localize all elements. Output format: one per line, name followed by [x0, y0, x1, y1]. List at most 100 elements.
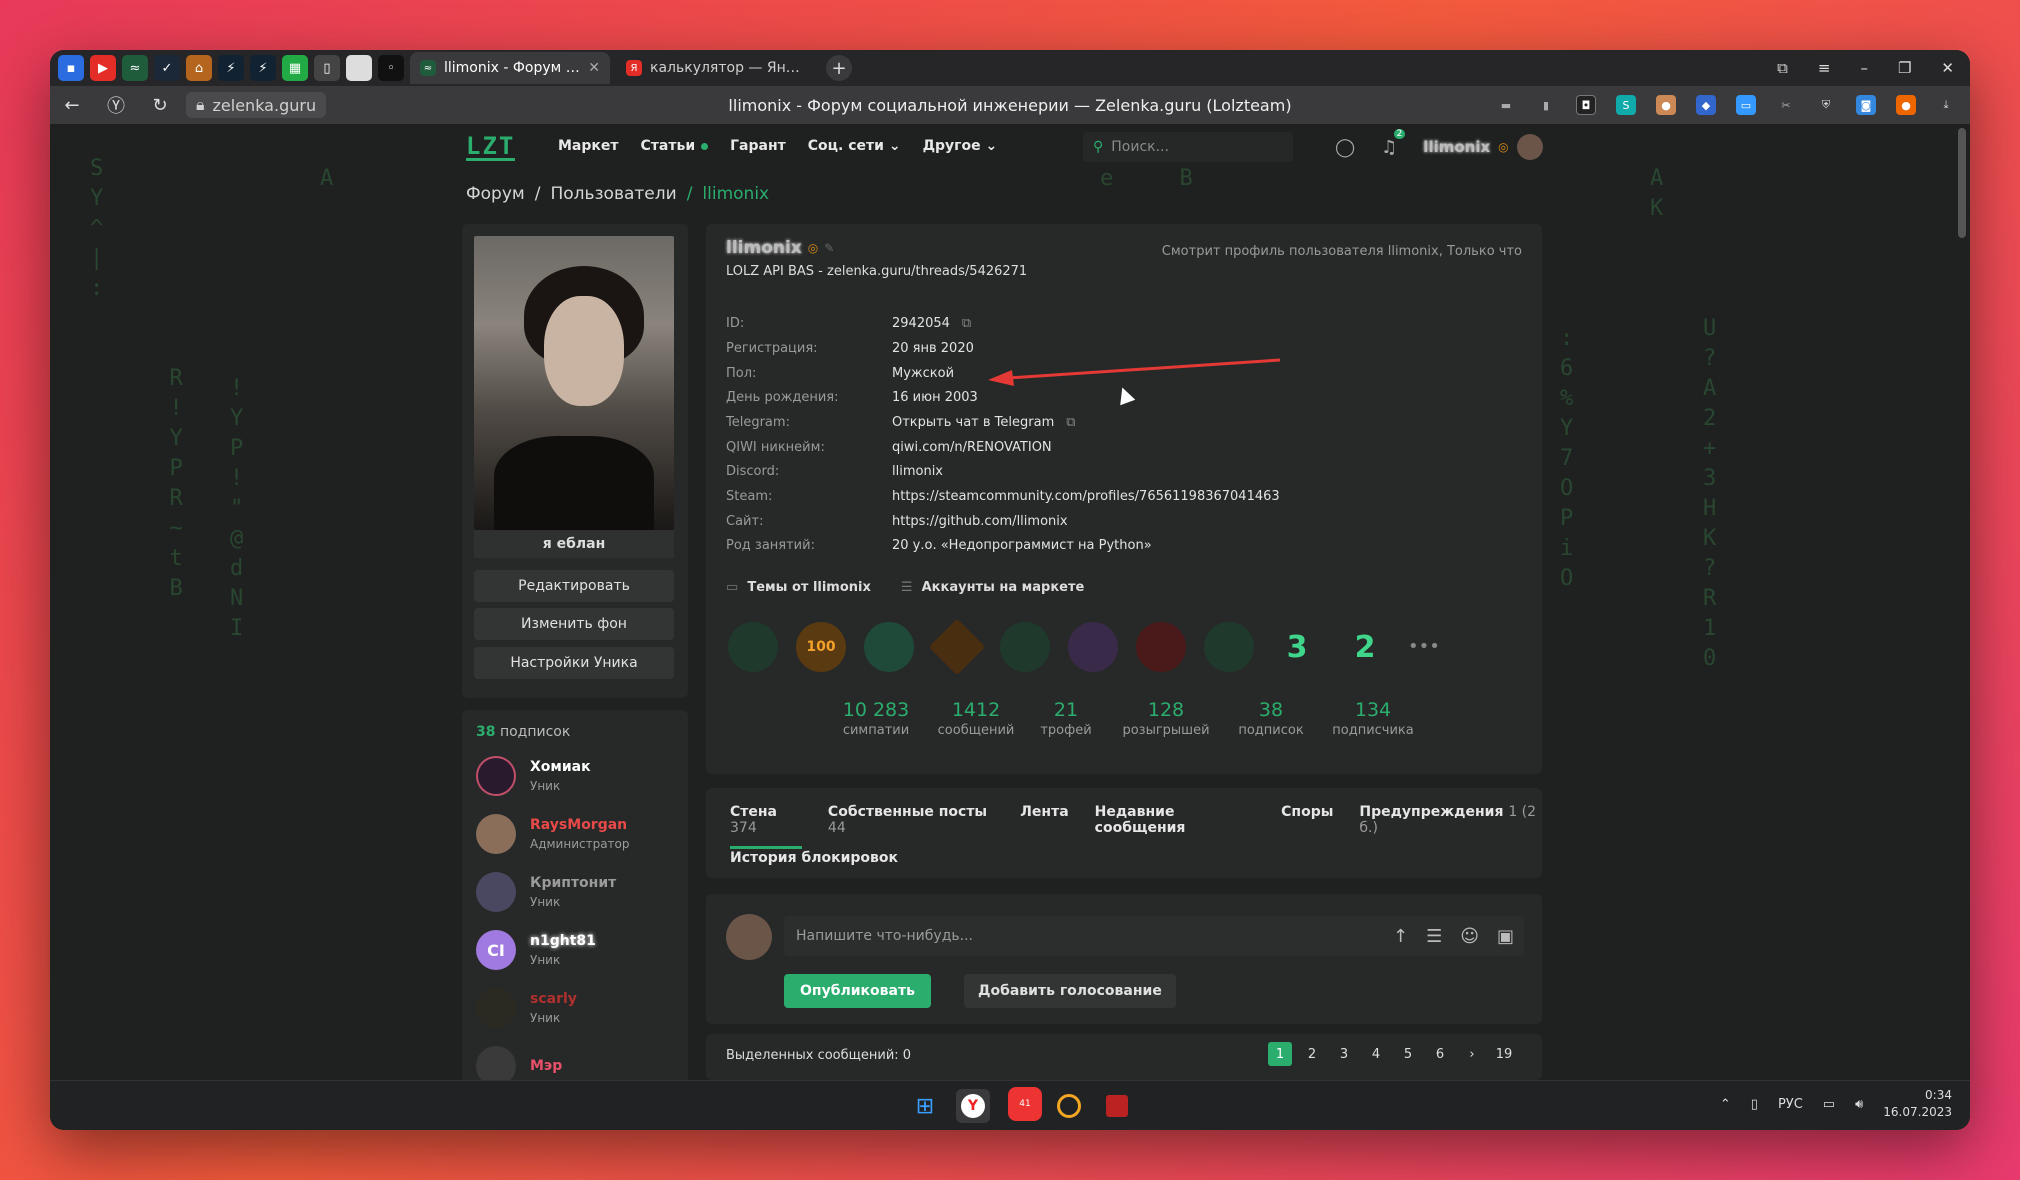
bookmark-panel-icon[interactable]: ⧉ — [1777, 59, 1788, 77]
copy-icon[interactable]: ⧉ — [962, 316, 971, 331]
tab-warnings[interactable]: Предупреждения 1 (2 б.) — [1359, 804, 1542, 849]
nav-other[interactable]: Другое ⌄ — [923, 138, 998, 154]
usb-icon[interactable]: ▯ — [1751, 1097, 1758, 1112]
pinned-tab-steam-icon[interactable]: ✓ — [154, 55, 180, 81]
page-2[interactable]: 2 — [1300, 1042, 1324, 1066]
chat-ext-icon[interactable]: ▬ — [1496, 95, 1516, 115]
tab-active[interactable]: ≈ llimonix - Форум социа ✕ — [410, 52, 610, 84]
market-link[interactable]: ☰ Аккаунты на маркете — [901, 580, 1084, 595]
stat-likes[interactable]: 10 283 симпатии — [826, 699, 926, 738]
tab-disputes[interactable]: Споры — [1281, 804, 1333, 849]
back-icon[interactable]: ← — [50, 95, 94, 116]
pinned-tab-grid-icon[interactable]: ▦ — [282, 55, 308, 81]
ext-4-icon[interactable]: ● — [1896, 95, 1916, 115]
bookmark-icon[interactable]: ▮ — [1536, 95, 1556, 115]
url-field[interactable]: 🔒︎ zelenka.guru — [186, 92, 327, 118]
subs-title[interactable]: 38 подписок — [476, 724, 570, 740]
pinned-tab-bolt-icon[interactable]: ⚡ — [218, 55, 244, 81]
list-icon[interactable]: ☰ — [1426, 926, 1442, 947]
wrench-icon[interactable]: ✂ — [1776, 95, 1796, 115]
trophy-icon[interactable]: 2 — [1340, 622, 1390, 672]
telegram-link[interactable]: Открыть чат в Telegram — [892, 415, 1054, 430]
alerts-icon[interactable]: ♫ 2 — [1381, 128, 1406, 158]
close-tab-icon[interactable]: ✕ — [588, 60, 600, 76]
list-item[interactable]: Хомиак Уник — [476, 754, 591, 798]
search-input[interactable]: ⚲ Поиск... — [1083, 132, 1293, 162]
download-icon[interactable]: ⤓ — [1936, 95, 1956, 115]
steam-link[interactable]: https://steamcommunity.com/profiles/7656… — [892, 489, 1280, 504]
restore-icon[interactable]: ❐ — [1898, 59, 1911, 77]
menu-icon[interactable]: ≡ — [1818, 59, 1831, 77]
ext-3-icon[interactable]: ◙ — [1856, 95, 1876, 115]
trophy-icon[interactable] — [1136, 622, 1186, 672]
pinned-tab-blank-icon[interactable] — [346, 55, 372, 81]
tab-recent[interactable]: Недавние сообщения — [1095, 804, 1255, 849]
stat-followers[interactable]: 134 подписчика — [1318, 699, 1428, 738]
pinned-tab-dark-icon[interactable]: ◦ — [378, 55, 404, 81]
page-5[interactable]: 5 — [1396, 1042, 1420, 1066]
copy-icon[interactable]: ⧉ — [1066, 415, 1075, 430]
tab-wall[interactable]: Стена 374 — [730, 804, 802, 849]
uniq-settings-button[interactable]: Настройки Уника — [474, 647, 674, 679]
yandex-icon[interactable]: Ⓨ — [94, 92, 138, 118]
reload-icon[interactable]: ↻ — [138, 95, 182, 116]
trophy-icon[interactable] — [1204, 622, 1254, 672]
profile-avatar[interactable] — [474, 236, 674, 530]
trophy-icon[interactable] — [728, 622, 778, 672]
chevron-up-icon[interactable]: ⌃ — [1720, 1097, 1731, 1112]
tab-ban-history[interactable]: История блокировок — [730, 850, 898, 866]
app-orange-icon[interactable] — [1052, 1089, 1086, 1123]
site-logo[interactable]: LZT — [466, 134, 516, 161]
page-last[interactable]: 19 — [1492, 1042, 1516, 1066]
minimize-icon[interactable]: – — [1860, 59, 1868, 77]
edit-button[interactable]: Редактировать — [474, 570, 674, 602]
ext-s-icon[interactable]: S — [1616, 95, 1636, 115]
list-item[interactable]: scarly Уник — [476, 986, 577, 1030]
publish-button[interactable]: Опубликовать — [784, 974, 931, 1008]
pinned-tab-bolt2-icon[interactable]: ⚡ — [250, 55, 276, 81]
user-menu[interactable]: llimonix ◎ — [1423, 134, 1543, 160]
close-window-icon[interactable]: ✕ — [1941, 59, 1954, 77]
ext-1-icon[interactable]: ◘ — [1576, 95, 1596, 115]
field-value[interactable]: qiwi.com/n/RENOVATION — [892, 440, 1052, 455]
list-item[interactable]: RaysMorgan Администратор — [476, 812, 630, 856]
breadcrumb-users[interactable]: Пользователи — [550, 184, 676, 204]
clock[interactable]: 0:34 16.07.2023 — [1883, 1087, 1952, 1121]
pinned-tab-youtube-icon[interactable]: ▶ — [90, 55, 116, 81]
trophy-icon[interactable] — [864, 622, 914, 672]
stat-trophies[interactable]: 21 трофей — [1026, 699, 1106, 738]
trophy-icon[interactable] — [1068, 622, 1118, 672]
yandex-browser-icon[interactable]: Y — [956, 1089, 990, 1123]
edit-pencil-icon[interactable]: ✎ — [824, 241, 834, 255]
list-item[interactable]: Мэр — [476, 1044, 562, 1080]
more-trophies-icon[interactable]: ••• — [1408, 636, 1440, 657]
dota-icon[interactable] — [1100, 1089, 1134, 1123]
telegram-icon[interactable]: ➤41 — [1004, 1087, 1042, 1123]
trophy-icon[interactable]: 3 — [1272, 622, 1322, 672]
stat-giveaways[interactable]: 128 розыгрышей — [1111, 699, 1221, 738]
new-tab-button[interactable]: + — [826, 55, 852, 81]
stat-messages[interactable]: 1412 сообщений — [926, 699, 1026, 738]
nav-guarantee[interactable]: Гарант — [730, 138, 786, 154]
cookie-icon[interactable]: ● — [1656, 95, 1676, 115]
trophy-icon[interactable] — [928, 618, 986, 676]
list-item[interactable]: Криптонит Уник — [476, 870, 616, 914]
threads-link[interactable]: ▭ Темы от llimonix — [726, 580, 871, 595]
network-icon[interactable]: ▭ — [1823, 1097, 1835, 1112]
ext-error-icon[interactable]: ▭ — [1736, 95, 1756, 115]
pinned-tab-doc-icon[interactable]: ▯ — [314, 55, 340, 81]
change-background-button[interactable]: Изменить фон — [474, 608, 674, 640]
nav-articles[interactable]: Статьи — [641, 138, 709, 154]
smile-icon[interactable]: ☺ — [1460, 926, 1479, 947]
nav-market[interactable]: Маркет — [558, 138, 619, 154]
pinned-tab-home-icon[interactable]: ⌂ — [186, 55, 212, 81]
site-link[interactable]: https://github.com/llimonix — [892, 514, 1068, 529]
ext-2-icon[interactable]: ◆ — [1696, 95, 1716, 115]
breadcrumb-forum[interactable]: Форум — [466, 184, 525, 204]
post-input[interactable]: Напишите что-нибудь... ↑ ☰ ☺ ▣ — [784, 916, 1524, 956]
trophy-icon[interactable]: 100 — [796, 622, 846, 672]
page-4[interactable]: 4 — [1364, 1042, 1388, 1066]
page-3[interactable]: 3 — [1332, 1042, 1356, 1066]
tab-inactive[interactable]: Я калькулятор — Яндекс: на — [616, 52, 816, 84]
pinned-tab-chat-icon[interactable]: ▪ — [58, 55, 84, 81]
